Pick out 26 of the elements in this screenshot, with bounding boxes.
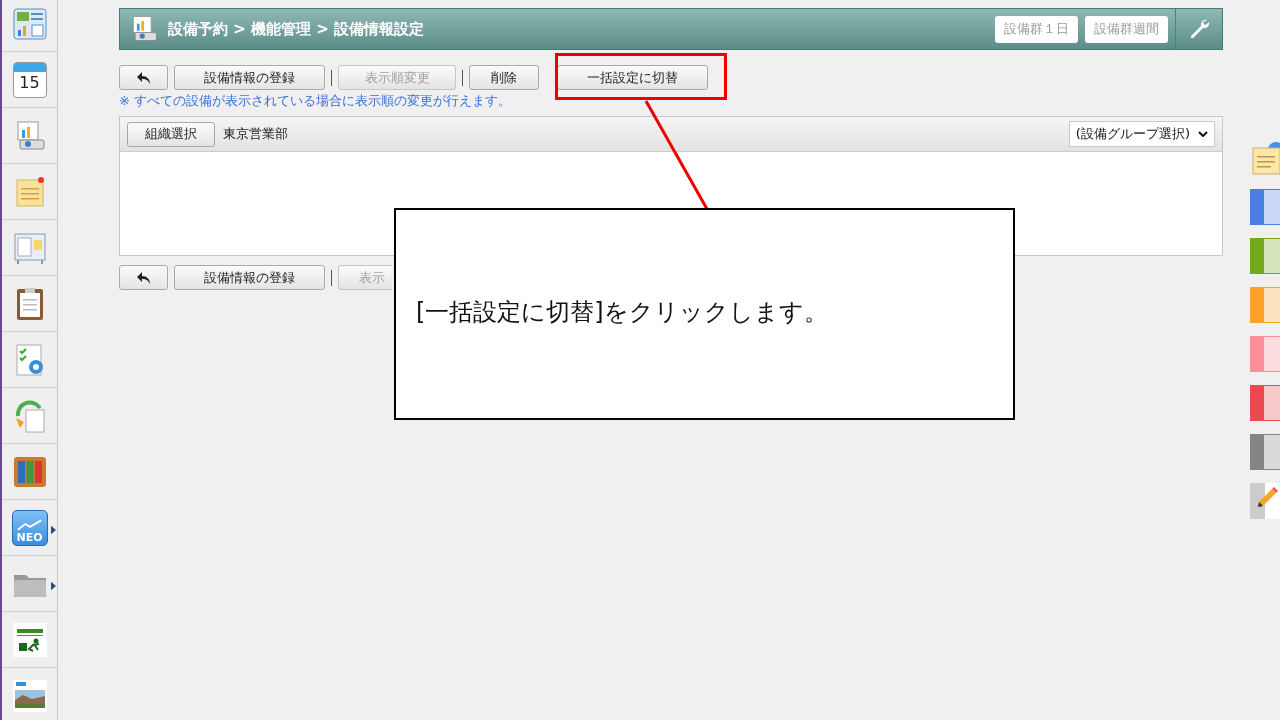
toolbar-button[interactable]: 一括設定に切替 (557, 65, 708, 90)
callout-text: [一括設定に切替]をクリックします。 (416, 296, 828, 328)
runner-logo-icon[interactable] (11, 621, 48, 658)
breadcrumb-title: 設備予約 > 機能管理 > 設備情報設定 (168, 19, 425, 39)
back-button[interactable] (119, 265, 168, 290)
pencil-icon[interactable] (1250, 483, 1280, 519)
portal-icon[interactable] (11, 5, 48, 42)
chevron-down-icon (1198, 131, 1208, 137)
color-swatch[interactable] (1250, 385, 1280, 421)
organization-name: 東京営業部 (223, 125, 288, 143)
sticky-note-icon[interactable] (1250, 140, 1280, 176)
calendar-icon[interactable]: 15 (12, 61, 47, 98)
back-arrow-icon (135, 70, 152, 85)
color-swatch[interactable] (1250, 238, 1280, 274)
organization-select-button[interactable]: 組織選択 (127, 121, 215, 147)
back-arrow-icon (135, 270, 152, 285)
note-text: ※ すべての設備が表示されている場合に表示順の変更が行えます。 (119, 92, 513, 110)
color-swatch[interactable] (1250, 287, 1280, 323)
toolbar-button[interactable]: 設備情報の登録 (174, 265, 325, 290)
group-select[interactable]: (設備グループ選択) (1068, 121, 1215, 147)
toolbar-button[interactable]: 設備情報の登録 (174, 65, 325, 90)
toolbar-button[interactable]: 削除 (469, 65, 539, 90)
back-button[interactable] (119, 65, 168, 90)
color-swatch[interactable] (1250, 336, 1280, 372)
color-swatch[interactable] (1250, 189, 1280, 225)
color-swatch[interactable] (1250, 434, 1280, 470)
